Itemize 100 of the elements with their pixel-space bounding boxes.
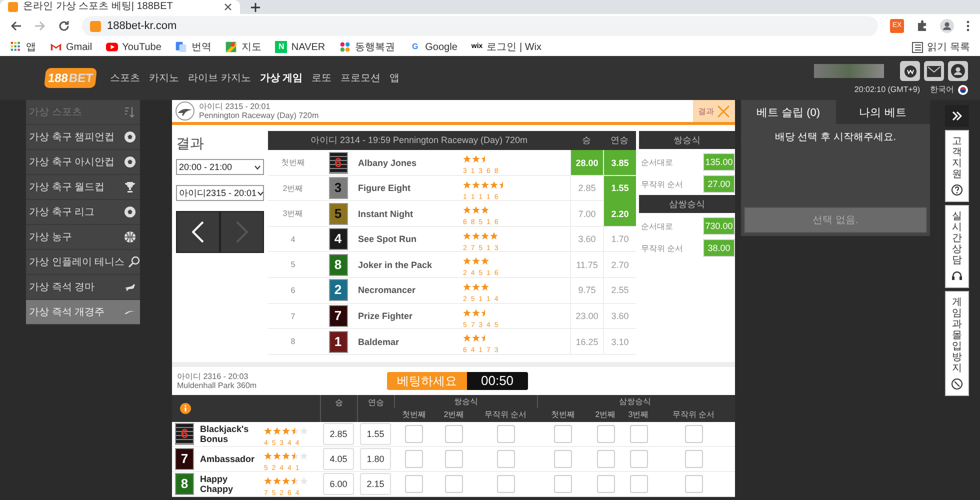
bookmark[interactable]: 동행복권 <box>339 40 396 54</box>
bookmark[interactable]: 지도 <box>225 40 262 54</box>
win-odds-button[interactable]: 6.00 <box>323 473 354 496</box>
close-icon[interactable] <box>224 3 232 11</box>
runner-name: Baldemar <box>358 336 400 347</box>
hour-select[interactable]: 20:00 - 21:00 <box>176 159 264 175</box>
runner-number-badge: 1 <box>328 330 348 353</box>
checkbox[interactable] <box>496 475 514 494</box>
checkbox[interactable] <box>630 475 648 494</box>
sidebar-item[interactable]: 가상 농구 <box>26 225 140 250</box>
nav-link[interactable]: 앱 <box>390 71 400 85</box>
checkbox[interactable] <box>445 450 463 468</box>
account-button[interactable] <box>948 61 968 81</box>
checkbox[interactable] <box>596 475 614 494</box>
back-arrow-icon[interactable] <box>10 20 22 32</box>
plus-icon[interactable] <box>250 2 260 12</box>
bookmark[interactable]: N NAVER <box>275 41 326 53</box>
place-odds-button[interactable]: 2.15 <box>360 473 391 496</box>
puzzle-icon[interactable] <box>916 20 928 32</box>
bet-slip-tab[interactable]: 나의 베트 <box>836 100 930 124</box>
place-odds: 3.60 <box>603 304 636 329</box>
nav-link[interactable]: 로또 <box>312 71 332 85</box>
place-odds-button[interactable]: 1.80 <box>360 448 391 470</box>
track-name-text: Muldenhall Park 360m <box>177 381 258 390</box>
sidebar-item[interactable]: 가상 축구 리그 <box>26 200 140 225</box>
sidebar-item[interactable]: 가상 즉석 경마 <box>26 275 140 300</box>
runner-name: See Spot Run <box>358 234 418 244</box>
win-odds-button[interactable]: 2.85 <box>323 423 354 446</box>
side-tab[interactable]: 게임 과몰입 방지 <box>945 291 969 396</box>
google-icon: G <box>409 41 422 53</box>
side-tab[interactable]: 고객지원 <box>945 130 969 202</box>
dividend-label: 순서대로 <box>641 220 673 232</box>
runner-number-badge: 5 <box>328 202 348 225</box>
browser-tab[interactable]: 온라인 가상 스포츠 베팅| 188BET <box>0 0 240 14</box>
checkbox[interactable] <box>445 425 463 444</box>
reload-icon[interactable] <box>58 20 70 32</box>
checkbox[interactable] <box>405 475 423 494</box>
bookmark[interactable]: YouTube <box>106 41 162 53</box>
bookmark[interactable]: G Google <box>409 41 458 53</box>
sidebar-item[interactable]: 가상 즉석 개경주 <box>26 300 140 325</box>
win-odds: 11.75 <box>570 252 603 278</box>
address-bar[interactable]: 188bet-kr.com <box>82 16 878 36</box>
caret-icon <box>256 190 264 196</box>
race-select[interactable]: 아이디2315 - 20:01 <box>176 185 264 201</box>
forward-arrow-icon[interactable] <box>34 20 46 32</box>
close-icon <box>717 104 730 118</box>
coin-icon <box>904 64 916 78</box>
checkbox[interactable] <box>684 450 702 468</box>
checkbox[interactable] <box>596 450 614 468</box>
race-id-text: 아이디 2316 - 20:03 <box>177 372 250 382</box>
runner-name: Happy Chappy <box>200 474 234 494</box>
checkbox[interactable] <box>596 425 614 444</box>
bet-slip-message: 배당 선택 후 시작해주세요. <box>774 131 896 145</box>
nav-link[interactable]: 라이브 카지노 <box>188 71 251 85</box>
profile-icon[interactable] <box>940 19 954 33</box>
side-tab[interactable]: 실시간 상담 <box>945 205 969 288</box>
bookmark[interactable]: Gmail <box>50 41 92 53</box>
nav-link[interactable]: 카지노 <box>149 71 180 85</box>
language-selector[interactable]: 한국어 <box>930 84 954 95</box>
nav-link[interactable]: 스포츠 <box>110 71 140 85</box>
runner-number-badge: 3 <box>328 177 348 200</box>
chevron-right-icon <box>236 221 248 243</box>
reading-list-button[interactable]: 읽기 목록 <box>912 40 970 54</box>
dividend-value: 27.00 <box>703 175 735 193</box>
previous-button[interactable] <box>176 211 220 253</box>
place-odds-button[interactable]: 1.55 <box>360 423 391 446</box>
message-button[interactable] <box>924 61 944 81</box>
race-id-text: 아이디 2315 - 20:01 <box>199 102 272 111</box>
runner-name: Necromancer <box>358 285 417 296</box>
place-odds: 3.10 <box>603 329 636 354</box>
wallet-button[interactable] <box>900 61 920 81</box>
sidebar-item[interactable]: 가상 축구 챔피언컵 <box>26 125 140 150</box>
expand-button[interactable] <box>945 105 969 127</box>
checkbox[interactable] <box>684 425 702 444</box>
checkbox[interactable] <box>554 450 572 468</box>
sidebar-item[interactable]: 가상 축구 월드컵 <box>26 175 140 200</box>
checkbox[interactable] <box>496 425 514 444</box>
checkbox[interactable] <box>630 425 648 444</box>
checkbox[interactable] <box>405 450 423 468</box>
checkbox[interactable] <box>554 475 572 494</box>
help-icon <box>951 184 963 196</box>
dividend-label: 순서대로 <box>641 156 673 168</box>
ball-icon <box>124 206 136 218</box>
bet-slip-tab[interactable]: 베트 슬립 (0) <box>741 100 836 124</box>
checkbox[interactable] <box>445 475 463 494</box>
checkbox[interactable] <box>405 425 423 444</box>
checkbox[interactable] <box>630 450 648 468</box>
checkbox[interactable] <box>496 450 514 468</box>
win-odds-button[interactable]: 4.05 <box>323 448 354 470</box>
checkbox[interactable] <box>554 425 572 444</box>
list-icon <box>912 42 924 52</box>
bookmark[interactable]: 앱 <box>10 40 36 54</box>
sidebar-item[interactable]: 가상 인플레이 테니스 <box>26 250 140 275</box>
nav-link[interactable]: 가상 게임 <box>260 71 303 85</box>
sidebar-item[interactable]: 가상 축구 아시안컵 <box>26 150 140 175</box>
dividend-label: 무작위 순서 <box>641 242 684 254</box>
nav-link[interactable]: 프로모션 <box>340 71 381 85</box>
checkbox[interactable] <box>684 475 702 494</box>
bookmark[interactable]: 번역 <box>175 40 212 54</box>
more-menu-icon[interactable] <box>966 20 970 32</box>
